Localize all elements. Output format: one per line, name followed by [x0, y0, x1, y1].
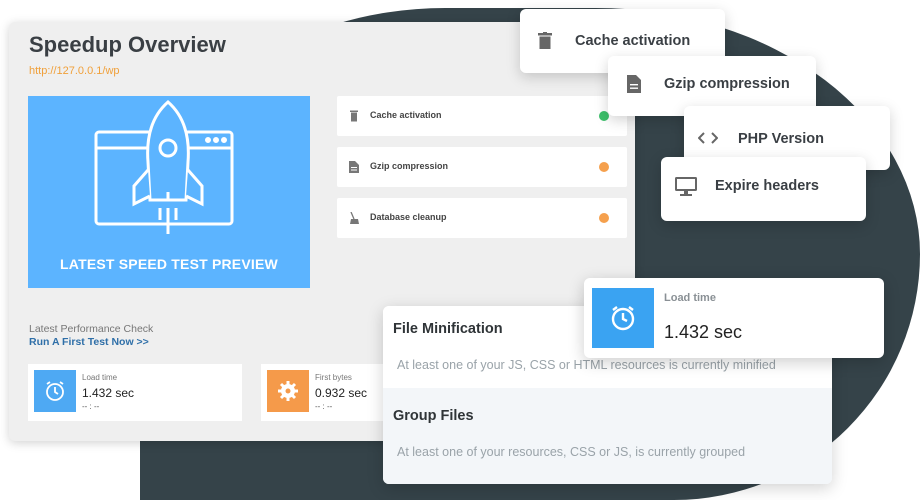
check-label: Gzip compression [370, 161, 449, 171]
status-warning-icon [599, 213, 609, 223]
check-gzip-compression[interactable]: Gzip compression [337, 147, 627, 187]
check-database-cleanup[interactable]: Database cleanup [337, 198, 627, 238]
check-label: Database cleanup [370, 212, 447, 222]
group-files-section[interactable]: Group Files At least one of your resourc… [383, 388, 832, 484]
stat-label: Load time [82, 373, 118, 382]
rocket-icon [94, 100, 234, 234]
load-time-card: Load time 1.432 sec [584, 278, 884, 358]
check-cache-activation[interactable]: Cache activation [337, 96, 627, 136]
check-label: Cache activation [370, 110, 442, 120]
section-title: File Minification [393, 321, 503, 337]
gear-icon [267, 370, 309, 412]
code-icon [698, 132, 718, 144]
speed-test-preview[interactable]: LATEST SPEED TEST PREVIEW [28, 96, 310, 288]
feature-label: Expire headers [715, 178, 819, 194]
stat-subvalue: -- : -- [315, 402, 333, 411]
feature-label: PHP Version [738, 131, 824, 147]
feature-label: Cache activation [575, 33, 691, 49]
feature-label: Gzip compression [664, 76, 790, 92]
feature-card-expire-headers[interactable]: Expire headers [661, 157, 866, 221]
broom-icon [350, 212, 359, 224]
stat-value: 0.932 sec [315, 386, 368, 400]
load-time-value: 1.432 sec [664, 322, 743, 342]
trash-icon [538, 32, 552, 49]
preview-label: LATEST SPEED TEST PREVIEW [60, 256, 278, 272]
run-first-test-link[interactable]: Run A First Test Now >> [29, 336, 149, 348]
alarm-clock-icon [34, 370, 76, 412]
load-time-label: Load time [664, 292, 716, 304]
stat-value: 1.432 sec [82, 386, 135, 400]
stat-load-time: Load time 1.432 sec -- : -- [28, 364, 242, 421]
section-title: Group Files [393, 408, 474, 424]
page-title: Speedup Overview [29, 32, 226, 57]
status-ok-icon [599, 111, 609, 121]
site-url[interactable]: http://127.0.0.1/wp [29, 65, 120, 77]
file-icon [627, 75, 641, 93]
stat-subvalue: -- : -- [82, 402, 100, 411]
stat-label: First bytes [315, 373, 352, 382]
section-description: At least one of your JS, CSS or HTML res… [397, 358, 776, 372]
status-warning-icon [599, 162, 609, 172]
performance-check-title: Latest Performance Check [29, 323, 154, 335]
trash-icon [350, 110, 358, 122]
monitor-icon [675, 177, 697, 196]
file-icon [349, 161, 359, 173]
alarm-clock-icon [592, 288, 654, 348]
section-description: At least one of your resources, CSS or J… [397, 445, 746, 459]
